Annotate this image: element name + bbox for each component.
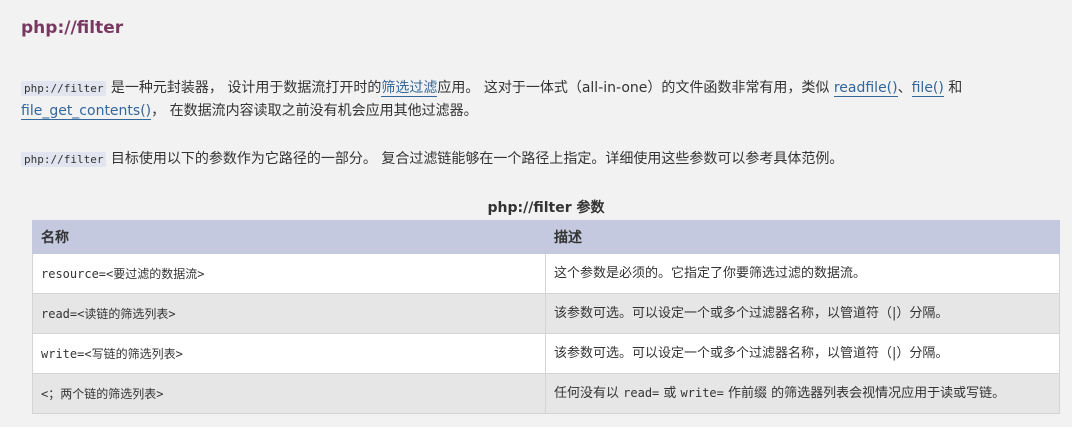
inline-code-php-filter: php://filter [21, 152, 107, 167]
code-read: read= [623, 386, 660, 400]
link-file-get-contents[interactable]: file_get_contents() [21, 103, 152, 120]
text: 任何没有以 [554, 386, 624, 401]
param-name: <；两个链的筛选列表> [32, 373, 546, 414]
link-file[interactable]: file() [911, 80, 944, 97]
param-name: read=<读链的筛选列表> [32, 293, 546, 334]
text: 应用。 这对于一体式（all-in-one）的文件函数非常有用，类似 [437, 80, 834, 96]
inline-code-php-filter: php://filter [21, 81, 107, 96]
param-description: 任何没有以 read= 或 write= 作前缀 的筛选器列表会视情况应用于读或… [545, 373, 1060, 414]
table-row: resource=<要过滤的数据流> 这个参数是必须的。它指定了你要筛选过滤的数… [32, 253, 1060, 294]
table-header-row: 名称 描述 [32, 220, 1060, 254]
parameters-table: 名称 描述 resource=<要过滤的数据流> 这个参数是必须的。它指定了你要… [32, 220, 1060, 414]
section-title: php://filter [21, 18, 124, 38]
text: 、 [897, 80, 912, 96]
intro-paragraph: php://filter 是一种元封装器， 设计用于数据流打开时的筛选过滤应用。… [21, 77, 1056, 123]
text: ， 在数据流内容读取之前没有机会应用其他过滤器。 [151, 103, 478, 119]
parameters-table-wrapper: php://filter 参数 名称 描述 resource=<要过滤的数据流>… [32, 197, 1060, 414]
text: 是一种元封装器， 设计用于数据流打开时的 [106, 80, 382, 96]
link-filters[interactable]: 筛选过滤 [381, 80, 438, 97]
table-caption: php://filter 参数 [487, 200, 605, 216]
param-description: 该参数可选。可以设定一个或多个过滤器名称，以管道符（|）分隔。 [545, 293, 1060, 334]
text: 目标使用以下的参数作为它路径的一部分。 复合过滤链能够在一个路径上指定。详细使用… [106, 151, 844, 167]
table-row: write=<写链的筛选列表> 该参数可选。可以设定一个或多个过滤器名称，以管道… [32, 333, 1060, 374]
page: php://filter php://filter 是一种元封装器， 设计用于数… [0, 0, 1072, 427]
table-row: <；两个链的筛选列表> 任何没有以 read= 或 write= 作前缀 的筛选… [32, 373, 1060, 414]
header-name: 名称 [32, 220, 546, 254]
text: 或 [659, 386, 681, 401]
code-write: write= [680, 386, 724, 400]
param-name: write=<写链的筛选列表> [32, 333, 546, 374]
param-name: resource=<要过滤的数据流> [32, 253, 546, 294]
table-row: read=<读链的筛选列表> 该参数可选。可以设定一个或多个过滤器名称，以管道符… [32, 293, 1060, 334]
link-readfile[interactable]: readfile() [833, 80, 898, 97]
usage-paragraph: php://filter 目标使用以下的参数作为它路径的一部分。 复合过滤链能够… [21, 148, 1056, 171]
param-description: 这个参数是必须的。它指定了你要筛选过滤的数据流。 [545, 253, 1060, 294]
header-description: 描述 [545, 220, 1060, 254]
text: 和 [943, 80, 963, 96]
text: 作前缀 的筛选器列表会视情况应用于读或写链。 [723, 386, 1006, 401]
param-description: 该参数可选。可以设定一个或多个过滤器名称，以管道符（|）分隔。 [545, 333, 1060, 374]
